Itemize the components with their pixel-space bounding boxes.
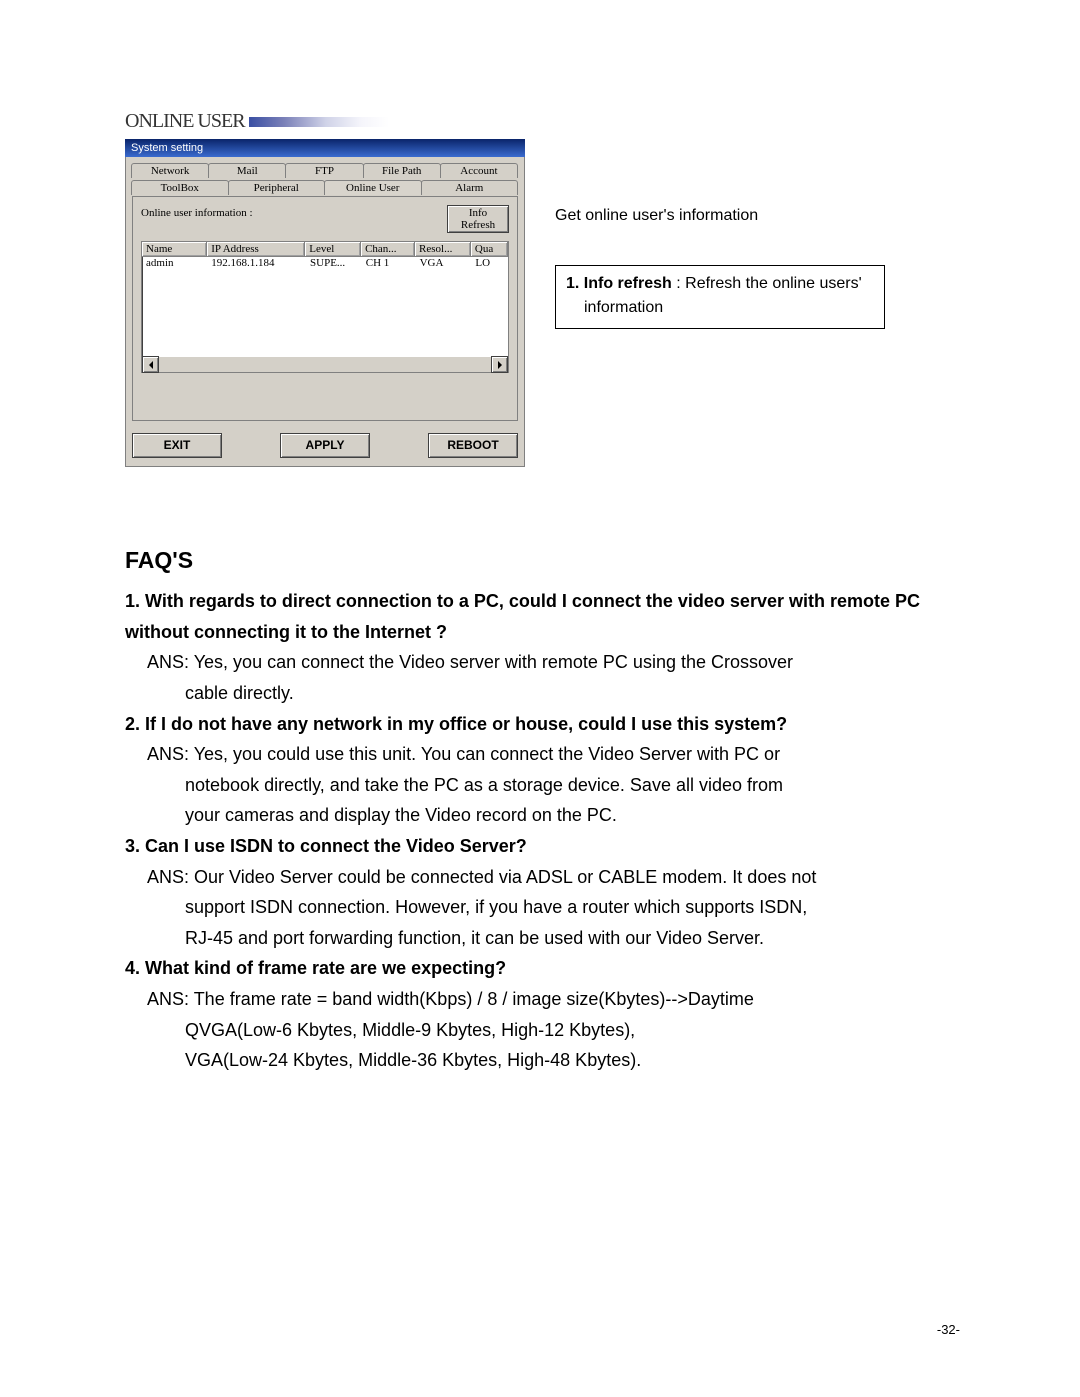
- faq-title: FAQ'S: [125, 547, 970, 574]
- online-user-table: Name IP Address Level Chan... Resol... Q…: [141, 241, 509, 373]
- horizontal-scrollbar[interactable]: [142, 357, 508, 372]
- info-refresh-note: 1. Info refresh : Refresh the online use…: [555, 265, 885, 329]
- page-number: -32-: [937, 1322, 960, 1337]
- scroll-right-button[interactable]: [491, 356, 508, 373]
- tab-file-path[interactable]: File Path: [363, 163, 441, 178]
- faq-a1b: cable directly.: [125, 678, 970, 709]
- section-header: ONLINE USER: [125, 110, 970, 133]
- info-sep: :: [672, 275, 685, 292]
- system-setting-dialog: System setting Network Mail FTP File Pat…: [125, 139, 525, 467]
- tab-mail[interactable]: Mail: [208, 163, 286, 178]
- apply-button[interactable]: APPLY: [280, 433, 370, 458]
- arrow-right-icon: [498, 361, 502, 369]
- faq-a2c: your cameras and display the Video recor…: [125, 800, 970, 831]
- col-qua[interactable]: Qua: [471, 242, 508, 256]
- tab-online-user[interactable]: Online User: [324, 180, 422, 195]
- faq-a2b: notebook directly, and take the PC as a …: [125, 770, 970, 801]
- section-title: ONLINE USER: [125, 110, 245, 133]
- cell-qua: LO: [471, 257, 508, 269]
- faq-q4: 4. What kind of frame rate are we expect…: [125, 953, 970, 984]
- online-user-panel: Online user information : Info Refresh N…: [132, 196, 518, 421]
- faq-a1a: ANS: Yes, you can connect the Video serv…: [125, 647, 970, 678]
- faq-q1: 1. With regards to direct connection to …: [125, 586, 970, 647]
- info-rest: Refresh the online users': [685, 275, 861, 292]
- online-user-info-label: Online user information :: [141, 205, 253, 219]
- info-line2: information: [566, 296, 874, 320]
- tab-alarm[interactable]: Alarm: [421, 180, 519, 195]
- tab-ftp[interactable]: FTP: [285, 163, 363, 178]
- faq-q3: 3. Can I use ISDN to connect the Video S…: [125, 831, 970, 862]
- faq-q2: 2. If I do not have any network in my of…: [125, 709, 970, 740]
- dialog-titlebar: System setting: [125, 139, 525, 157]
- cell-resol: VGA: [416, 257, 472, 269]
- faq-a3c: RJ-45 and port forwarding function, it c…: [125, 923, 970, 954]
- faq-a4b: QVGA(Low-6 Kbytes, Middle-9 Kbytes, High…: [125, 1015, 970, 1046]
- info-lead: 1. Info refresh: [566, 275, 672, 292]
- faq-a4a: ANS: The frame rate = band width(Kbps) /…: [125, 984, 970, 1015]
- side-caption: Get online user's information: [555, 207, 885, 225]
- faq-a4c: VGA(Low-24 Kbytes, Middle-36 Kbytes, Hig…: [125, 1045, 970, 1076]
- table-row[interactable]: admin 192.168.1.184 SUPE... CH 1 VGA LO: [142, 257, 508, 269]
- faq-a3a: ANS: Our Video Server could be connected…: [125, 862, 970, 893]
- faq-body: 1. With regards to direct connection to …: [125, 586, 970, 1076]
- cell-level: SUPE...: [306, 257, 362, 269]
- faq-a3b: support ISDN connection. However, if you…: [125, 892, 970, 923]
- col-chan[interactable]: Chan...: [361, 242, 415, 256]
- col-level[interactable]: Level: [305, 242, 361, 256]
- arrow-left-icon: [149, 361, 153, 369]
- exit-button[interactable]: EXIT: [132, 433, 222, 458]
- cell-ip: 192.168.1.184: [207, 257, 306, 269]
- info-refresh-button[interactable]: Info Refresh: [447, 205, 509, 233]
- tab-account[interactable]: Account: [440, 163, 518, 178]
- tab-toolbox[interactable]: ToolBox: [131, 180, 229, 195]
- tab-network[interactable]: Network: [131, 163, 209, 178]
- col-resol[interactable]: Resol...: [415, 242, 471, 256]
- cell-name: admin: [142, 257, 207, 269]
- faq-a2a: ANS: Yes, you could use this unit. You c…: [125, 739, 970, 770]
- col-name[interactable]: Name: [142, 242, 207, 256]
- tab-peripheral[interactable]: Peripheral: [228, 180, 326, 195]
- col-ip[interactable]: IP Address: [207, 242, 305, 256]
- header-trail-decoration: [249, 117, 389, 127]
- dialog-tabs: Network Mail FTP File Path Account ToolB…: [132, 163, 518, 197]
- scroll-left-button[interactable]: [142, 356, 159, 373]
- cell-chan: CH 1: [362, 257, 416, 269]
- reboot-button[interactable]: REBOOT: [428, 433, 518, 458]
